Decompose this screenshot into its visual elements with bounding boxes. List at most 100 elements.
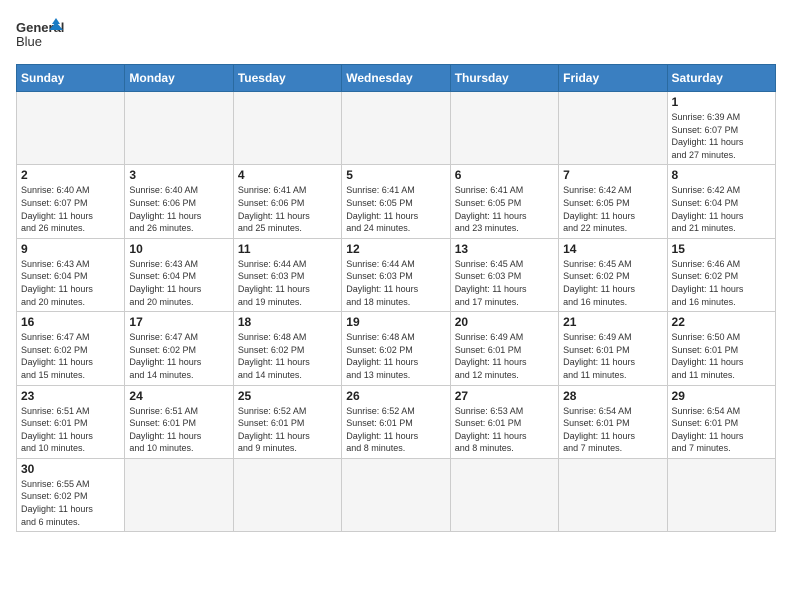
day-info: Sunrise: 6:49 AM Sunset: 6:01 PM Dayligh… xyxy=(455,331,554,381)
day-cell: 17Sunrise: 6:47 AM Sunset: 6:02 PM Dayli… xyxy=(125,312,233,385)
day-cell: 11 Sunrise: 6:44 AM Sunset: 6:03 PM Dayli… xyxy=(233,238,341,311)
day-info: Sunrise: 6:44 AM Sunset: 6:03 PM Dayligh… xyxy=(346,258,445,308)
day-info: Sunrise: 6:41 AM Sunset: 6:05 PM Dayligh… xyxy=(346,184,445,234)
day-number: 1 xyxy=(672,95,771,109)
day-cell: 22 Sunrise: 6:50 AM Sunset: 6:01 PM Dayli… xyxy=(667,312,775,385)
header: General Blue xyxy=(16,16,776,56)
day-cell: 19Sunrise: 6:48 AM Sunset: 6:02 PM Dayli… xyxy=(342,312,450,385)
day-number: 10 xyxy=(129,242,228,256)
day-info: Sunrise: 6:39 AM Sunset: 6:07 PM Dayligh… xyxy=(672,111,771,161)
day-cell xyxy=(125,92,233,165)
day-cell: 27Sunrise: 6:53 AM Sunset: 6:01 PM Dayli… xyxy=(450,385,558,458)
day-info: Sunrise: 6:40 AM Sunset: 6:07 PM Dayligh… xyxy=(21,184,120,234)
day-number: 4 xyxy=(238,168,337,182)
day-info: Sunrise: 6:43 AM Sunset: 6:04 PM Dayligh… xyxy=(129,258,228,308)
day-cell xyxy=(559,92,667,165)
day-number: 9 xyxy=(21,242,120,256)
day-number: 6 xyxy=(455,168,554,182)
weekday-header-monday: Monday xyxy=(125,65,233,92)
day-cell: 5 Sunrise: 6:41 AM Sunset: 6:05 PM Daylig… xyxy=(342,165,450,238)
day-info: Sunrise: 6:55 AM Sunset: 6:02 PM Dayligh… xyxy=(21,478,120,528)
week-row-5: 23 Sunrise: 6:51 AM Sunset: 6:01 PM Dayli… xyxy=(17,385,776,458)
day-info: Sunrise: 6:47 AM Sunset: 6:02 PM Dayligh… xyxy=(21,331,120,381)
day-number: 22 xyxy=(672,315,771,329)
day-number: 20 xyxy=(455,315,554,329)
day-number: 3 xyxy=(129,168,228,182)
day-cell xyxy=(125,458,233,531)
day-number: 30 xyxy=(21,462,120,476)
weekday-header-friday: Friday xyxy=(559,65,667,92)
day-cell xyxy=(450,92,558,165)
day-cell xyxy=(450,458,558,531)
day-number: 8 xyxy=(672,168,771,182)
day-number: 23 xyxy=(21,389,120,403)
day-cell: 2 Sunrise: 6:40 AM Sunset: 6:07 PM Daylig… xyxy=(17,165,125,238)
day-number: 29 xyxy=(672,389,771,403)
day-cell: 12Sunrise: 6:44 AM Sunset: 6:03 PM Dayli… xyxy=(342,238,450,311)
week-row-3: 9 Sunrise: 6:43 AM Sunset: 6:04 PM Daylig… xyxy=(17,238,776,311)
day-info: Sunrise: 6:54 AM Sunset: 6:01 PM Dayligh… xyxy=(672,405,771,455)
day-number: 14 xyxy=(563,242,662,256)
day-number: 17 xyxy=(129,315,228,329)
day-info: Sunrise: 6:44 AM Sunset: 6:03 PM Dayligh… xyxy=(238,258,337,308)
day-number: 24 xyxy=(129,389,228,403)
day-cell: 15 Sunrise: 6:46 AM Sunset: 6:02 PM Dayli… xyxy=(667,238,775,311)
day-number: 13 xyxy=(455,242,554,256)
day-number: 11 xyxy=(238,242,337,256)
day-cell: 9 Sunrise: 6:43 AM Sunset: 6:04 PM Daylig… xyxy=(17,238,125,311)
day-info: Sunrise: 6:41 AM Sunset: 6:06 PM Dayligh… xyxy=(238,184,337,234)
weekday-header-row: SundayMondayTuesdayWednesdayThursdayFrid… xyxy=(17,65,776,92)
day-info: Sunrise: 6:50 AM Sunset: 6:01 PM Dayligh… xyxy=(672,331,771,381)
day-cell xyxy=(233,458,341,531)
day-number: 2 xyxy=(21,168,120,182)
day-cell: 3Sunrise: 6:40 AM Sunset: 6:06 PM Daylig… xyxy=(125,165,233,238)
day-cell xyxy=(667,458,775,531)
svg-text:Blue: Blue xyxy=(16,34,42,49)
day-number: 25 xyxy=(238,389,337,403)
day-info: Sunrise: 6:51 AM Sunset: 6:01 PM Dayligh… xyxy=(129,405,228,455)
day-cell: 14 Sunrise: 6:45 AM Sunset: 6:02 PM Dayli… xyxy=(559,238,667,311)
day-info: Sunrise: 6:41 AM Sunset: 6:05 PM Dayligh… xyxy=(455,184,554,234)
day-cell: 4 Sunrise: 6:41 AM Sunset: 6:06 PM Daylig… xyxy=(233,165,341,238)
weekday-header-tuesday: Tuesday xyxy=(233,65,341,92)
day-number: 5 xyxy=(346,168,445,182)
day-cell xyxy=(233,92,341,165)
day-cell: 29 Sunrise: 6:54 AM Sunset: 6:01 PM Dayli… xyxy=(667,385,775,458)
day-cell xyxy=(559,458,667,531)
weekday-header-saturday: Saturday xyxy=(667,65,775,92)
weekday-header-wednesday: Wednesday xyxy=(342,65,450,92)
day-cell: 16 Sunrise: 6:47 AM Sunset: 6:02 PM Dayli… xyxy=(17,312,125,385)
calendar: SundayMondayTuesdayWednesdayThursdayFrid… xyxy=(16,64,776,532)
logo-icon: General Blue xyxy=(16,16,64,56)
day-info: Sunrise: 6:43 AM Sunset: 6:04 PM Dayligh… xyxy=(21,258,120,308)
day-info: Sunrise: 6:46 AM Sunset: 6:02 PM Dayligh… xyxy=(672,258,771,308)
day-cell: 28Sunrise: 6:54 AM Sunset: 6:01 PM Dayli… xyxy=(559,385,667,458)
day-info: Sunrise: 6:42 AM Sunset: 6:04 PM Dayligh… xyxy=(672,184,771,234)
day-info: Sunrise: 6:51 AM Sunset: 6:01 PM Dayligh… xyxy=(21,405,120,455)
day-cell xyxy=(342,458,450,531)
day-cell: 20 Sunrise: 6:49 AM Sunset: 6:01 PM Dayli… xyxy=(450,312,558,385)
day-cell: 21Sunrise: 6:49 AM Sunset: 6:01 PM Dayli… xyxy=(559,312,667,385)
day-cell: 10 Sunrise: 6:43 AM Sunset: 6:04 PM Dayli… xyxy=(125,238,233,311)
day-info: Sunrise: 6:45 AM Sunset: 6:03 PM Dayligh… xyxy=(455,258,554,308)
day-cell: 30 Sunrise: 6:55 AM Sunset: 6:02 PM Dayli… xyxy=(17,458,125,531)
day-info: Sunrise: 6:52 AM Sunset: 6:01 PM Dayligh… xyxy=(238,405,337,455)
day-cell: 18 Sunrise: 6:48 AM Sunset: 6:02 PM Dayli… xyxy=(233,312,341,385)
day-info: Sunrise: 6:45 AM Sunset: 6:02 PM Dayligh… xyxy=(563,258,662,308)
day-number: 15 xyxy=(672,242,771,256)
day-info: Sunrise: 6:49 AM Sunset: 6:01 PM Dayligh… xyxy=(563,331,662,381)
day-info: Sunrise: 6:42 AM Sunset: 6:05 PM Dayligh… xyxy=(563,184,662,234)
day-info: Sunrise: 6:48 AM Sunset: 6:02 PM Dayligh… xyxy=(238,331,337,381)
day-cell: 8 Sunrise: 6:42 AM Sunset: 6:04 PM Daylig… xyxy=(667,165,775,238)
day-number: 26 xyxy=(346,389,445,403)
day-cell: 13 Sunrise: 6:45 AM Sunset: 6:03 PM Dayli… xyxy=(450,238,558,311)
logo: General Blue xyxy=(16,16,64,56)
day-info: Sunrise: 6:54 AM Sunset: 6:01 PM Dayligh… xyxy=(563,405,662,455)
day-number: 18 xyxy=(238,315,337,329)
week-row-6: 30 Sunrise: 6:55 AM Sunset: 6:02 PM Dayli… xyxy=(17,458,776,531)
day-number: 7 xyxy=(563,168,662,182)
day-number: 27 xyxy=(455,389,554,403)
day-number: 16 xyxy=(21,315,120,329)
day-cell: 23 Sunrise: 6:51 AM Sunset: 6:01 PM Dayli… xyxy=(17,385,125,458)
day-cell xyxy=(17,92,125,165)
